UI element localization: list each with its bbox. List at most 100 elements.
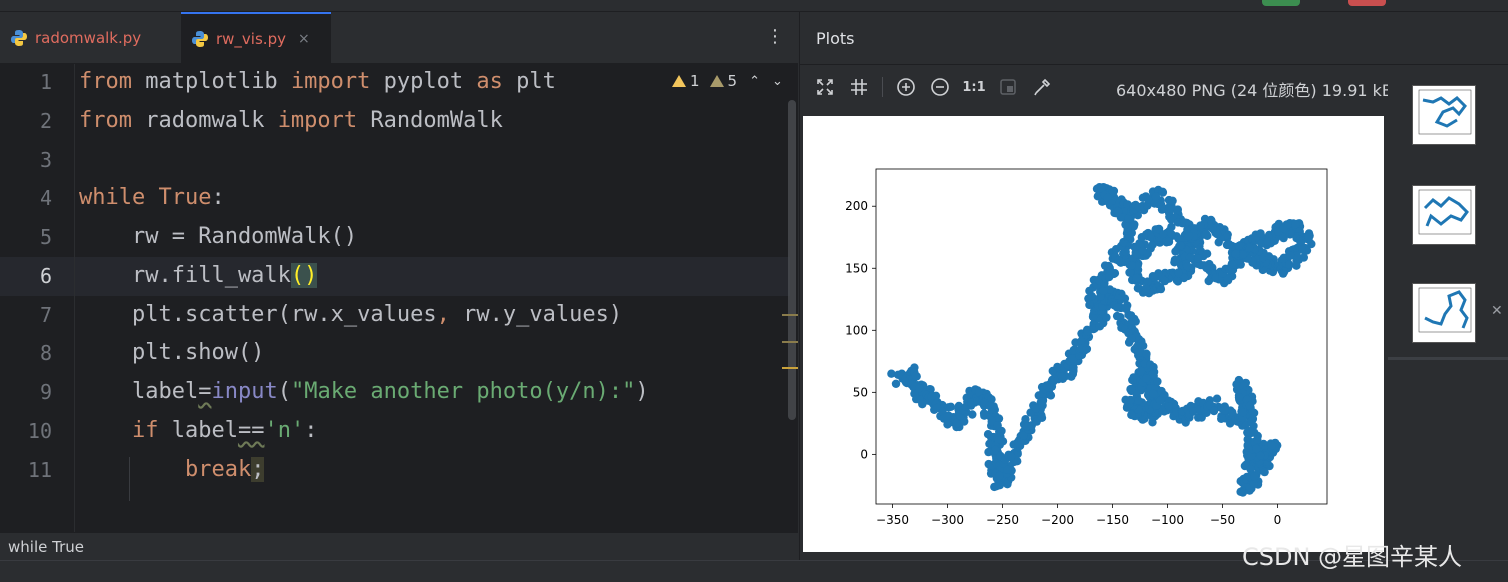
- y-tick-label: 0: [860, 447, 868, 461]
- background-toggle-icon[interactable]: [997, 76, 1019, 98]
- data-point: [1167, 230, 1176, 239]
- line-number: 9: [39, 380, 52, 404]
- data-point: [1250, 472, 1259, 481]
- data-point: [1127, 261, 1136, 270]
- x-tick-label: −300: [931, 513, 964, 527]
- error-stripe-mark[interactable]: [782, 314, 798, 316]
- x-tick-label: −150: [1096, 513, 1129, 527]
- data-point: [1006, 452, 1016, 461]
- top-strip: [0, 0, 1508, 12]
- weak-warning-count: 5: [727, 72, 738, 90]
- line-number: 10: [27, 419, 52, 443]
- stop-button[interactable]: [1348, 0, 1386, 6]
- data-point: [1202, 263, 1211, 273]
- chevron-down-icon[interactable]: ⌄: [772, 74, 783, 89]
- breadcrumb[interactable]: while True: [0, 532, 798, 560]
- close-icon[interactable]: ✕: [1491, 303, 1503, 319]
- plot-thumbnail[interactable]: [1412, 283, 1476, 343]
- code-editor[interactable]: 1 2 3 4 5 6 7 8 9 10 11 from matplotlib …: [0, 64, 798, 532]
- indent-guide: [129, 457, 130, 501]
- data-point: [1234, 241, 1244, 251]
- data-point: [1106, 266, 1115, 275]
- tab-label: rw_vis.py: [216, 30, 286, 48]
- plot-image[interactable]: −350 −300 −250 −200 −150 −100 −50 0 0 50 100 150 200: [803, 116, 1384, 552]
- line-number-gutter: 1 2 3 4 5 6 7 8 9 10 11: [0, 64, 75, 532]
- data-point: [1234, 393, 1244, 402]
- code-line: label=input("Make another photo(y/n):"): [79, 379, 649, 404]
- close-icon[interactable]: ×: [298, 31, 310, 47]
- tab-radomwalk[interactable]: radomwalk.py: [0, 12, 180, 64]
- data-point: [1202, 249, 1212, 258]
- line-number: 4: [39, 186, 52, 210]
- line-number: 11: [27, 458, 52, 482]
- data-point: [1113, 303, 1122, 312]
- chevron-up-icon[interactable]: ⌃: [749, 74, 760, 89]
- fit-to-window-icon[interactable]: [814, 76, 836, 98]
- line-number: 5: [39, 225, 52, 249]
- vertical-scrollbar[interactable]: [788, 100, 796, 420]
- error-stripe-mark[interactable]: [782, 367, 798, 369]
- y-tick-label: 150: [845, 261, 868, 275]
- data-point: [1245, 243, 1254, 253]
- line-number: 6: [39, 264, 52, 288]
- data-point: [1125, 268, 1135, 277]
- code-line: plt.scatter(rw.x_values, rw.y_values): [79, 302, 623, 327]
- image-info: 640x480 PNG (24 位颜色) 19.91 kB: [1116, 81, 1393, 100]
- color-picker-icon[interactable]: [1031, 76, 1053, 98]
- run-button[interactable]: [1262, 0, 1300, 6]
- breadcrumb-item[interactable]: while True: [8, 538, 84, 556]
- data-point: [1136, 366, 1146, 376]
- data-point: [1158, 188, 1168, 197]
- data-point: [1142, 374, 1151, 383]
- code-line: break;: [184, 457, 265, 482]
- plot-thumbnail[interactable]: [1412, 185, 1476, 245]
- data-point: [1286, 251, 1295, 260]
- plots-toolbar: 1:1: [814, 74, 1053, 100]
- inspections-widget[interactable]: 1 5 ⌃ ⌄: [672, 72, 783, 90]
- plot-thumbnail[interactable]: [1412, 85, 1476, 145]
- data-point: [1127, 334, 1136, 343]
- data-point: [1209, 406, 1219, 416]
- code-line: rw.fill_walk(): [79, 263, 318, 288]
- data-point: [1236, 487, 1245, 496]
- line-number: 2: [39, 109, 52, 133]
- y-tick-label: 200: [845, 199, 868, 213]
- y-tick-label: 100: [845, 323, 868, 337]
- line-number: 8: [39, 341, 52, 365]
- data-point: [1194, 254, 1203, 263]
- editor-tabbar: radomwalk.py rw_vis.py × ⋮: [0, 12, 798, 64]
- data-point: [1133, 284, 1143, 293]
- tab-rw-vis[interactable]: rw_vis.py ×: [181, 12, 331, 64]
- data-point: [891, 379, 901, 388]
- actual-size-button[interactable]: 1:1: [962, 76, 985, 98]
- data-point: [1238, 408, 1248, 417]
- data-point: [1168, 196, 1177, 205]
- data-point: [1134, 396, 1143, 405]
- code-line: plt.show(): [79, 340, 265, 365]
- data-point: [1304, 233, 1313, 242]
- data-point: [1149, 389, 1158, 398]
- error-stripe-mark[interactable]: [782, 341, 798, 343]
- data-point: [943, 420, 952, 429]
- data-point: [1141, 284, 1151, 293]
- data-point: [1292, 261, 1301, 270]
- tab-label: radomwalk.py: [35, 29, 142, 47]
- x-tick-label: −350: [876, 513, 909, 527]
- data-point: [1220, 406, 1229, 415]
- plots-title: Plots: [816, 29, 855, 48]
- x-tick-label: 0: [1274, 513, 1282, 527]
- more-options-icon[interactable]: ⋮: [766, 26, 784, 47]
- data-point: [1278, 269, 1288, 278]
- line-number: 3: [39, 148, 52, 172]
- data-point: [1057, 372, 1067, 381]
- data-point: [1149, 362, 1158, 372]
- grid-icon[interactable]: [848, 76, 870, 98]
- zoom-out-icon[interactable]: [929, 76, 951, 98]
- data-point: [1114, 256, 1123, 265]
- x-tick-label: −250: [986, 513, 1019, 527]
- data-point: [1184, 232, 1194, 241]
- zoom-in-icon[interactable]: [895, 76, 917, 98]
- data-point: [1164, 402, 1173, 411]
- data-point: [1124, 214, 1133, 223]
- code-line: from matplotlib import pyplot as plt: [79, 69, 556, 94]
